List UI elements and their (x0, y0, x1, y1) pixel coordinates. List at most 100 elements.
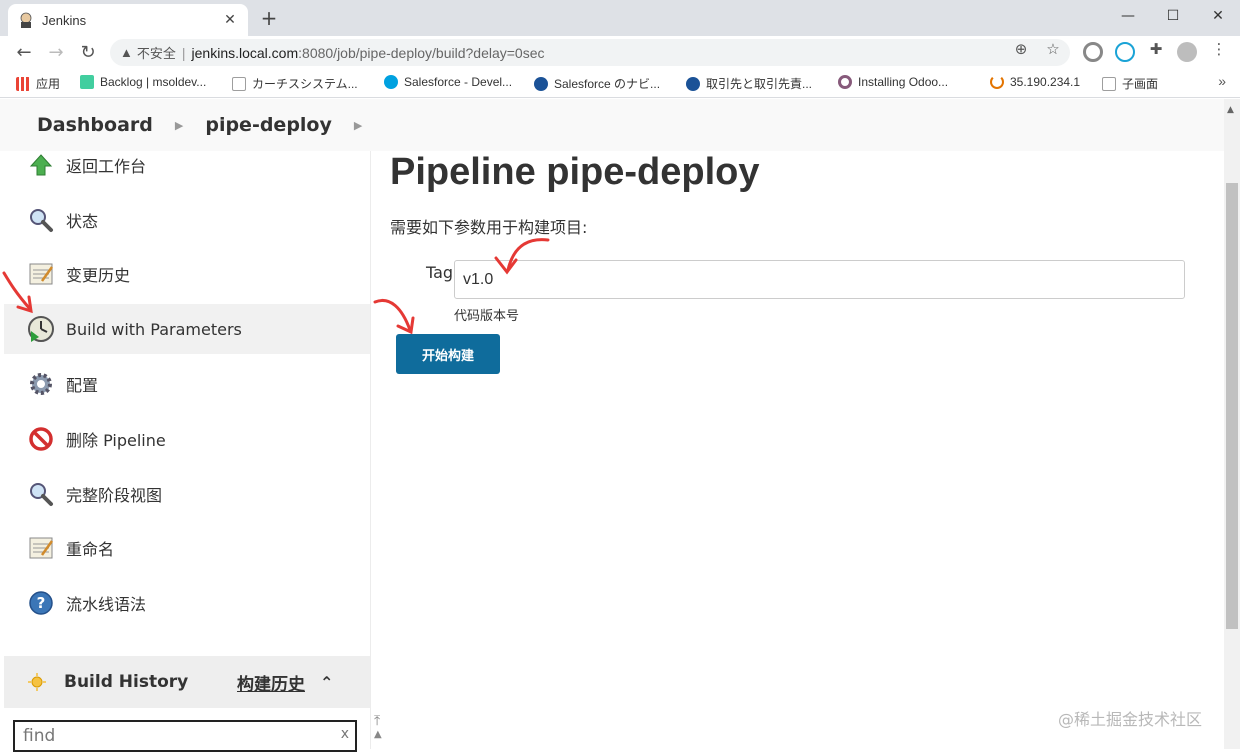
bookmark-star-icon[interactable]: ☆ (1042, 40, 1064, 58)
parameter-name: Tag (426, 263, 454, 282)
bookmark-item[interactable]: 子画面 (1102, 75, 1158, 92)
bookmark-item[interactable]: 35.190.234.1 (990, 75, 1080, 89)
browser-toolbar: ← → ↻ ▲ 不安全 | jenkins.local.com:8080/job… (0, 36, 1240, 68)
collapse-chevron-icon[interactable]: ⌃ (320, 673, 333, 692)
reload-icon[interactable]: ↻ (76, 40, 100, 64)
build-history-link[interactable]: 构建历史 (237, 670, 305, 695)
maximize-icon[interactable]: ☐ (1151, 0, 1195, 32)
build-button[interactable]: 开始构建 (396, 334, 500, 374)
tab-title: Jenkins (42, 12, 87, 28)
bookmarks-bar: 应用 Backlog | msoldev... カーチスシステム... Sale… (0, 68, 1240, 98)
page-scrollbar[interactable]: ▲ (1224, 99, 1240, 749)
bookmark-item[interactable]: Salesforce - Devel... (384, 75, 512, 89)
forward-icon[interactable]: → (44, 40, 68, 64)
salesforce-icon (384, 75, 398, 89)
scroll-top-icon[interactable]: ⤒ (374, 713, 392, 729)
task-full-stage-view[interactable]: 完整阶段视图 (4, 469, 370, 519)
task-back-to-dashboard[interactable]: 返回工作台 (4, 140, 370, 190)
task-delete-pipeline[interactable]: 删除 Pipeline (4, 414, 370, 464)
search-placeholder: find (23, 726, 56, 746)
loading-icon (990, 75, 1004, 89)
extension-icon[interactable] (1083, 42, 1103, 62)
bookmark-item[interactable]: 应用 (16, 75, 60, 92)
tab-close-icon[interactable]: ✕ (222, 12, 238, 28)
search-icon (26, 479, 56, 509)
url-separator: | (181, 44, 186, 61)
task-status[interactable]: 状态 (4, 195, 370, 245)
url-host: jenkins.local.com (191, 44, 299, 61)
bookmark-label: 子画面 (1122, 77, 1159, 91)
task-label: 完整阶段视图 (66, 486, 163, 505)
task-label: 返回工作台 (66, 157, 147, 176)
menu-kebab-icon[interactable]: ⋮ (1208, 40, 1230, 58)
breadcrumb-chevron-icon[interactable]: ▶ (175, 119, 183, 132)
bookmark-label: 35.190.234.1 (1010, 75, 1081, 89)
task-label: 删除 Pipeline (66, 431, 166, 450)
task-configure[interactable]: 配置 (4, 359, 370, 409)
url-path: :8080/job/pipe-deploy/build?delay=0sec (298, 44, 545, 61)
task-pipeline-syntax[interactable]: ? 流水线语法 (4, 578, 370, 628)
bookmark-item[interactable]: 取引先と取引先責... (686, 75, 812, 92)
extension-circle-icon[interactable] (1115, 42, 1135, 62)
bookmark-label: 取引先と取引先責... (706, 77, 813, 91)
help-icon: ? (26, 588, 56, 618)
bookmark-item[interactable]: Installing Odoo... (838, 75, 948, 89)
breadcrumb-dashboard[interactable]: Dashboard (37, 114, 153, 136)
breadcrumb-chevron-icon[interactable]: ▶ (354, 119, 362, 132)
address-bar[interactable]: ▲ 不安全 | jenkins.local.com:8080/job/pipe-… (110, 39, 1070, 66)
task-label: 状态 (66, 212, 99, 231)
notepad-icon (26, 259, 56, 289)
tag-input[interactable]: v1.0 (454, 260, 1185, 299)
task-build-with-parameters[interactable]: Build with Parameters (4, 304, 370, 354)
task-label: 变更历史 (66, 266, 131, 285)
jenkins-favicon-icon (18, 12, 34, 28)
bookmark-label: Backlog | msoldev... (100, 75, 207, 89)
puzzle-icon[interactable]: ✚ (1145, 40, 1167, 58)
profile-avatar-icon[interactable] (1177, 42, 1197, 62)
trailhead-icon (686, 76, 700, 91)
task-rename[interactable]: 重命名 (4, 523, 370, 573)
window-close-icon[interactable]: ✕ (1196, 0, 1240, 32)
notepad-icon (26, 533, 56, 563)
bookmark-item[interactable]: Salesforce のナビ... (534, 75, 660, 92)
annotation-arrow-icon (373, 299, 415, 335)
warning-icon: ▲ (120, 45, 133, 60)
page-title: Pipeline pipe-deploy (390, 151, 760, 193)
build-history-title: Build History (64, 672, 189, 692)
scroll-up-arrow-icon[interactable]: ▲ (1227, 105, 1234, 115)
new-tab-button[interactable]: + (258, 6, 280, 30)
page-icon (1102, 76, 1116, 91)
scroll-up-icon[interactable]: ▲ (374, 729, 392, 740)
apps-grid-icon (16, 76, 30, 91)
task-label: 流水线语法 (66, 595, 147, 614)
scrollbar-thumb[interactable] (1226, 183, 1238, 629)
insecure-label: 不安全 (136, 46, 176, 61)
task-label: 配置 (66, 376, 99, 395)
panel-scroll-controls[interactable]: ⤒ ▲ (374, 713, 392, 740)
build-history-search-input[interactable]: find x (13, 720, 357, 752)
task-label: Build with Parameters (66, 319, 242, 339)
bookmarks-more-icon[interactable]: » (1218, 73, 1226, 89)
up-arrow-icon (26, 150, 56, 180)
trailhead-icon (534, 76, 548, 91)
watermark: @稀土掘金技术社区 (1058, 710, 1203, 729)
task-changes[interactable]: 变更历史 (4, 249, 370, 299)
gear-icon (26, 369, 56, 399)
browser-tab[interactable]: Jenkins ✕ (8, 4, 248, 36)
bookmark-label: Salesforce - Devel... (404, 75, 513, 89)
odoo-icon (838, 75, 852, 89)
clear-search-icon[interactable]: x (341, 726, 349, 742)
back-icon[interactable]: ← (12, 40, 36, 64)
bookmark-label: カーチスシステム... (252, 77, 358, 91)
bookmark-item[interactable]: カーチスシステム... (232, 75, 358, 92)
bookmark-label: 应用 (36, 77, 61, 91)
page-icon (232, 76, 246, 91)
zoom-icon[interactable]: ⊕ (1010, 40, 1032, 58)
task-label: 重命名 (66, 540, 115, 559)
backlog-icon (80, 75, 94, 89)
parameter-help: 代码版本号 (454, 309, 520, 324)
minimize-icon[interactable]: — (1106, 0, 1150, 32)
bookmark-label: Installing Odoo... (858, 75, 949, 89)
bookmark-item[interactable]: Backlog | msoldev... (80, 75, 206, 89)
breadcrumb-job[interactable]: pipe-deploy (205, 114, 332, 136)
